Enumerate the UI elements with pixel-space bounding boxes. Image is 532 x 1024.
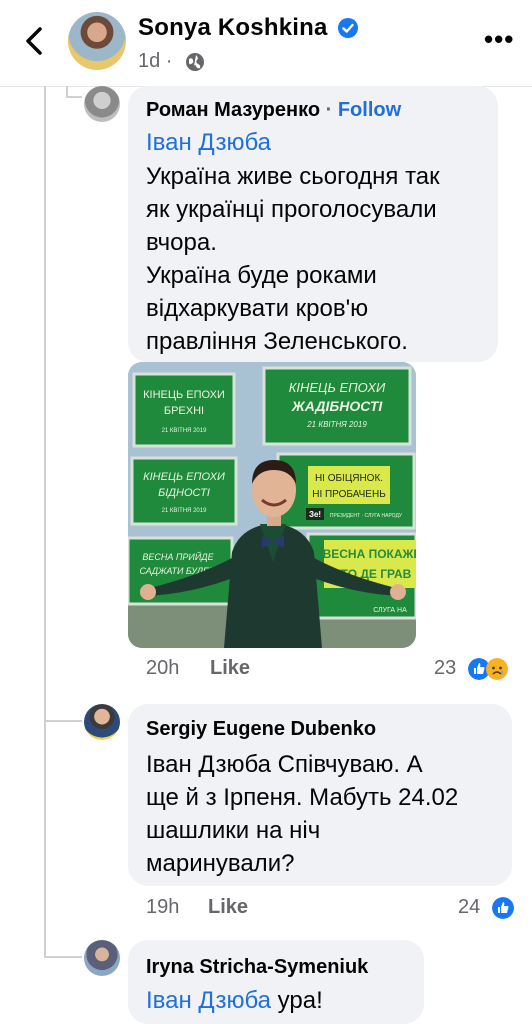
comment-author-name[interactable]: Sergiy Eugene Dubenko [146,718,376,741]
separator-dot: · [325,99,333,121]
billboard-line1: КІНЕЦЬ ЕПОХИ [143,471,225,483]
billboard-line1: ВЕСНА ПОКАЖЕ [323,547,416,561]
commenter-avatar[interactable] [84,940,120,976]
comment-text-line: вчора. [146,229,217,256]
thread-line-top [66,86,68,96]
thread-line-curve [44,938,46,956]
follow-button[interactable]: Follow [338,99,401,121]
comment-text-line: шашлики на ніч [146,817,321,844]
sad-reaction-icon [486,658,508,680]
like-button[interactable]: Like [208,896,248,919]
billboard-date: 21 КВІТНЯ 2019 [162,428,208,434]
comment-text-line: відхаркувати кров'ю [146,295,369,322]
comment-author-name[interactable]: Iryna Stricha-Symeniuk [146,956,368,979]
billboard-date: СЛУГА НА [373,607,407,614]
comment-text-line: маринували? [146,850,295,877]
billboard-line2: БРЕХНІ [164,405,204,417]
billboard-line1: ВЕСНА ПРИЙДЕ [142,551,214,562]
billboard-date: 21 КВІТНЯ 2019 [162,508,208,514]
comment-attachment-image[interactable]: КІНЕЦЬ ЕПОХИ БРЕХНІ 21 КВІТНЯ 2019 КІНЕЦ… [128,362,416,648]
comment-text: Іван Дзюба ура! [146,986,323,1016]
thread-line [44,86,46,938]
verified-badge-icon [338,18,358,38]
comment-time[interactable]: 20h [146,657,179,680]
comment-text-line: Іван Дзюба Співчуваю. А [146,751,423,778]
comment-text-line: як українці проголосували [146,196,437,223]
billboard-date: 21 КВІТНЯ 2019 [306,420,367,429]
back-arrow-icon[interactable] [22,26,46,56]
billboard-line2: ЖАДІБНОСТІ [291,398,384,414]
comment-text-line: ще й з Ірпеня. Мабуть 24.02 [146,784,459,811]
ze-logo: Зе! [309,510,321,519]
billboard-line1: НІ ОБІЦЯНОК. [315,473,383,484]
comment-time[interactable]: 19h [146,896,179,919]
post-time[interactable]: 1d · [138,50,172,73]
author-avatar[interactable] [68,12,126,70]
commenter-avatar[interactable] [84,86,120,122]
billboard-line1: КІНЕЦЬ ЕПОХИ [143,389,225,401]
comment-text-line: Україна живе сьогодня так [146,163,440,190]
billboard-line1: КІНЕЦЬ ЕПОХИ [289,380,386,395]
post-header: Sonya Koshkina 1d · ••• [0,0,532,87]
comment-text-line: Україна буде роками [146,262,377,289]
comment-author-name[interactable]: Роман Мазуренко [146,99,320,121]
comment-text-rest: ура! [271,987,323,1014]
thread-line-branch [66,96,82,98]
thread-line-branch [44,956,82,958]
billboard-date: ПРЕЗИДЕНТ · СЛУГА НАРОДУ [330,513,403,519]
thread-line-branch [44,720,82,722]
reaction-count[interactable]: 24 [458,896,480,919]
like-reaction-icon [492,897,514,919]
comment-text-line: правління Зеленського. [146,328,408,355]
poster-illustration: КІНЕЦЬ ЕПОХИ БРЕХНІ 21 КВІТНЯ 2019 КІНЕЦ… [128,362,416,648]
author-name[interactable]: Sonya Koshkina [138,14,328,42]
comment-author[interactable]: Роман Мазуренко · Follow [146,99,401,122]
more-options-icon[interactable]: ••• [484,26,514,52]
mention-link[interactable]: Іван Дзюба [146,128,271,158]
reaction-count[interactable]: 23 [434,657,456,680]
mention-link[interactable]: Іван Дзюба [146,987,271,1014]
commenter-avatar[interactable] [84,704,120,740]
billboard-line2: НІ ПРОБАЧЕНЬ [312,489,386,500]
like-button[interactable]: Like [210,657,250,680]
billboard-line2: БІДНОСТІ [158,487,210,499]
globe-icon [186,53,204,71]
